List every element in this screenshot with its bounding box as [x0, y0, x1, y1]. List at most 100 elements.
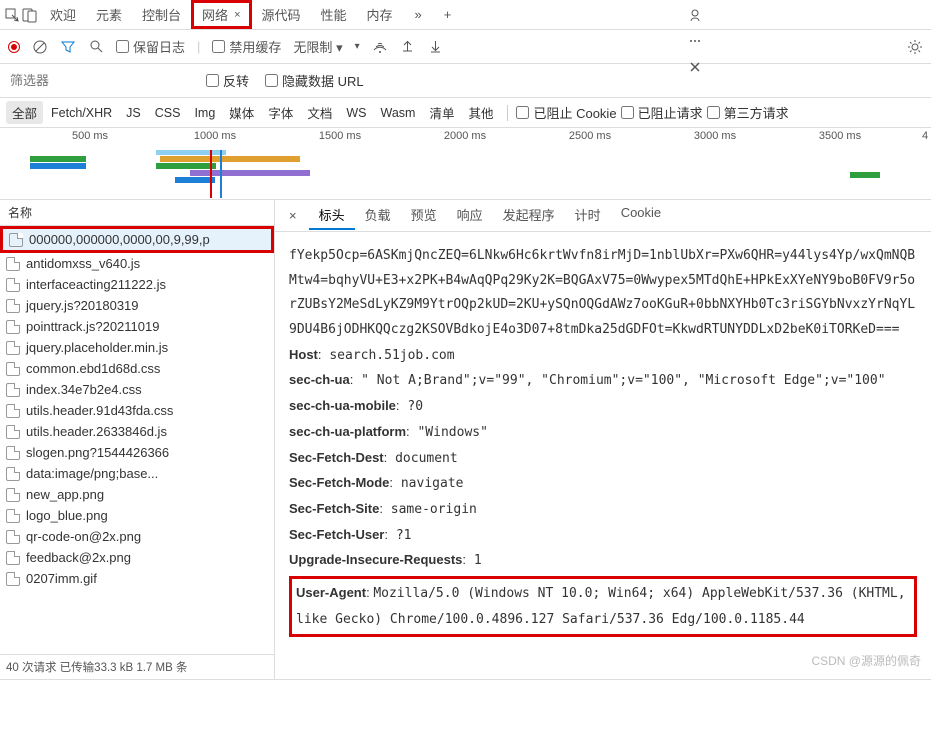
more-tabs[interactable]: »	[405, 3, 432, 26]
timeline-tick: 3500 ms	[819, 130, 861, 142]
type-filter-全部[interactable]: 全部	[6, 101, 43, 124]
close-devtools-icon[interactable]	[687, 59, 703, 75]
type-filter-WS[interactable]: WS	[340, 104, 372, 122]
request-row[interactable]: 000000,000000,0000,00,9,99,p	[0, 226, 274, 253]
import-icon[interactable]	[400, 39, 416, 55]
detail-tab-1[interactable]: 负载	[355, 201, 401, 230]
request-list[interactable]: 000000,000000,0000,00,9,99,p antidomxss_v…	[0, 226, 274, 654]
top-tab-0[interactable]: 欢迎	[40, 0, 86, 29]
header-row: Host: search.51job.com	[289, 343, 917, 369]
file-icon	[6, 404, 20, 418]
record-button[interactable]	[8, 41, 20, 53]
type-filter-Fetch/XHR[interactable]: Fetch/XHR	[45, 104, 118, 122]
top-tab-6[interactable]: 内存	[357, 0, 403, 29]
new-tab-button[interactable]: +	[434, 3, 462, 26]
header-value: " Not A;Brand";v="99", "Chromium";v="100…	[353, 373, 885, 388]
detail-tab-4[interactable]: 发起程序	[493, 201, 565, 230]
blocked-requests-checkbox[interactable]: 已阻止请求	[621, 103, 703, 122]
request-row[interactable]: jquery.placeholder.min.js	[0, 337, 274, 358]
request-name: slogen.png?1544426366	[26, 445, 169, 460]
request-row[interactable]: logo_blue.png	[0, 505, 274, 526]
device-icon[interactable]	[22, 7, 38, 23]
type-filter-字体[interactable]: 字体	[262, 101, 299, 124]
network-conditions-icon[interactable]	[372, 39, 388, 55]
request-row[interactable]: 0207imm.gif	[0, 568, 274, 589]
search-icon[interactable]	[88, 39, 104, 55]
top-tab-4[interactable]: 源代码	[252, 0, 311, 29]
request-row[interactable]: utils.header.91d43fda.css	[0, 400, 274, 421]
hide-data-url-checkbox[interactable]: 隐藏数据 URL	[265, 71, 364, 90]
request-name: utils.header.2633846d.js	[26, 424, 167, 439]
request-name: index.34e7b2e4.css	[26, 382, 142, 397]
request-name: jquery.placeholder.min.js	[26, 340, 168, 355]
type-filter-清单[interactable]: 清单	[423, 101, 460, 124]
throttling-select[interactable]: 无限制 ▾	[293, 37, 342, 56]
request-row[interactable]: data:image/png;base...	[0, 463, 274, 484]
request-name: antidomxss_v640.js	[26, 256, 140, 271]
top-tab-2[interactable]: 控制台	[132, 0, 191, 29]
export-icon[interactable]	[428, 39, 444, 55]
preserve-log-checkbox[interactable]: 保留日志	[116, 37, 185, 56]
type-filter-JS[interactable]: JS	[120, 104, 147, 122]
timeline-overview[interactable]: 500 ms1000 ms1500 ms2000 ms2500 ms3000 m…	[0, 128, 931, 200]
header-value: 1	[466, 553, 482, 568]
request-row[interactable]: utils.header.2633846d.js	[0, 421, 274, 442]
file-icon	[6, 488, 20, 502]
user-agent-row: User-Agent: Mozilla/5.0 (Windows NT 10.0…	[289, 576, 917, 637]
request-row[interactable]: slogen.png?1544426366	[0, 442, 274, 463]
request-name: data:image/png;base...	[26, 466, 158, 481]
filter-icon[interactable]	[60, 39, 76, 55]
header-value: ?1	[388, 528, 411, 543]
type-filter-其他[interactable]: 其他	[462, 101, 499, 124]
type-filter-Img[interactable]: Img	[188, 104, 221, 122]
inspect-icon[interactable]	[4, 7, 20, 23]
detail-tab-6[interactable]: Cookie	[611, 201, 671, 230]
request-row[interactable]: index.34e7b2e4.css	[0, 379, 274, 400]
detail-tab-5[interactable]: 计时	[565, 201, 611, 230]
detail-tabs: × 标头负载预览响应发起程序计时Cookie	[275, 200, 931, 232]
timeline-tick: 2000 ms	[444, 130, 486, 142]
detail-tab-0[interactable]: 标头	[309, 201, 355, 230]
close-tab-icon[interactable]: ×	[234, 9, 240, 21]
preserve-log-label: 保留日志	[133, 37, 185, 56]
header-row: Sec-Fetch-User: ?1	[289, 523, 917, 549]
detail-tab-2[interactable]: 预览	[401, 201, 447, 230]
request-row[interactable]: antidomxss_v640.js	[0, 253, 274, 274]
header-value: Mozilla/5.0 (Windows NT 10.0; Win64; x64…	[296, 586, 906, 627]
header-value: "Windows"	[410, 425, 488, 440]
request-row[interactable]: common.ebd1d68d.css	[0, 358, 274, 379]
top-tab-5[interactable]: 性能	[311, 0, 357, 29]
blocked-cookies-checkbox[interactable]: 已阻止 Cookie	[516, 103, 616, 122]
disable-cache-checkbox[interactable]: 禁用缓存	[212, 37, 281, 56]
request-row[interactable]: interfaceacting211222.js	[0, 274, 274, 295]
top-tabbar: 欢迎元素控制台网络×源代码性能内存 » + 99+	[0, 0, 931, 30]
headers-body[interactable]: fYekp5Ocp=6ASKmjQncZEQ=6LNkw6Hc6krtWvfn8…	[275, 232, 931, 679]
filter-input[interactable]	[10, 73, 190, 88]
type-filter-Wasm[interactable]: Wasm	[374, 104, 421, 122]
header-key: sec-ch-ua-mobile	[289, 398, 396, 413]
request-row[interactable]: qr-code-on@2x.png	[0, 526, 274, 547]
invert-checkbox[interactable]: 反转	[206, 71, 249, 90]
request-row[interactable]: jquery.js?20180319	[0, 295, 274, 316]
settings-gear-icon[interactable]	[907, 39, 923, 55]
kebab-icon[interactable]	[687, 33, 703, 49]
type-filter-文档[interactable]: 文档	[301, 101, 338, 124]
request-row[interactable]: pointtrack.js?20211019	[0, 316, 274, 337]
close-detail-icon[interactable]: ×	[281, 208, 305, 223]
request-name: interfaceacting211222.js	[26, 277, 166, 292]
request-name: feedback@2x.png	[26, 550, 131, 565]
request-row[interactable]: feedback@2x.png	[0, 547, 274, 568]
third-party-checkbox[interactable]: 第三方请求	[707, 103, 789, 122]
clear-button[interactable]	[32, 39, 48, 55]
file-icon	[6, 530, 20, 544]
timeline-tick: 1000 ms	[194, 130, 236, 142]
type-filter-媒体[interactable]: 媒体	[223, 101, 260, 124]
type-filter-CSS[interactable]: CSS	[149, 104, 187, 122]
detail-tab-3[interactable]: 响应	[447, 201, 493, 230]
request-row[interactable]: new_app.png	[0, 484, 274, 505]
customize-icon[interactable]	[687, 7, 703, 23]
top-tab-3[interactable]: 网络×	[191, 0, 251, 29]
header-row: sec-ch-ua-platform: "Windows"	[289, 420, 917, 446]
header-key: Sec-Fetch-Site	[289, 501, 379, 516]
top-tab-1[interactable]: 元素	[86, 0, 132, 29]
